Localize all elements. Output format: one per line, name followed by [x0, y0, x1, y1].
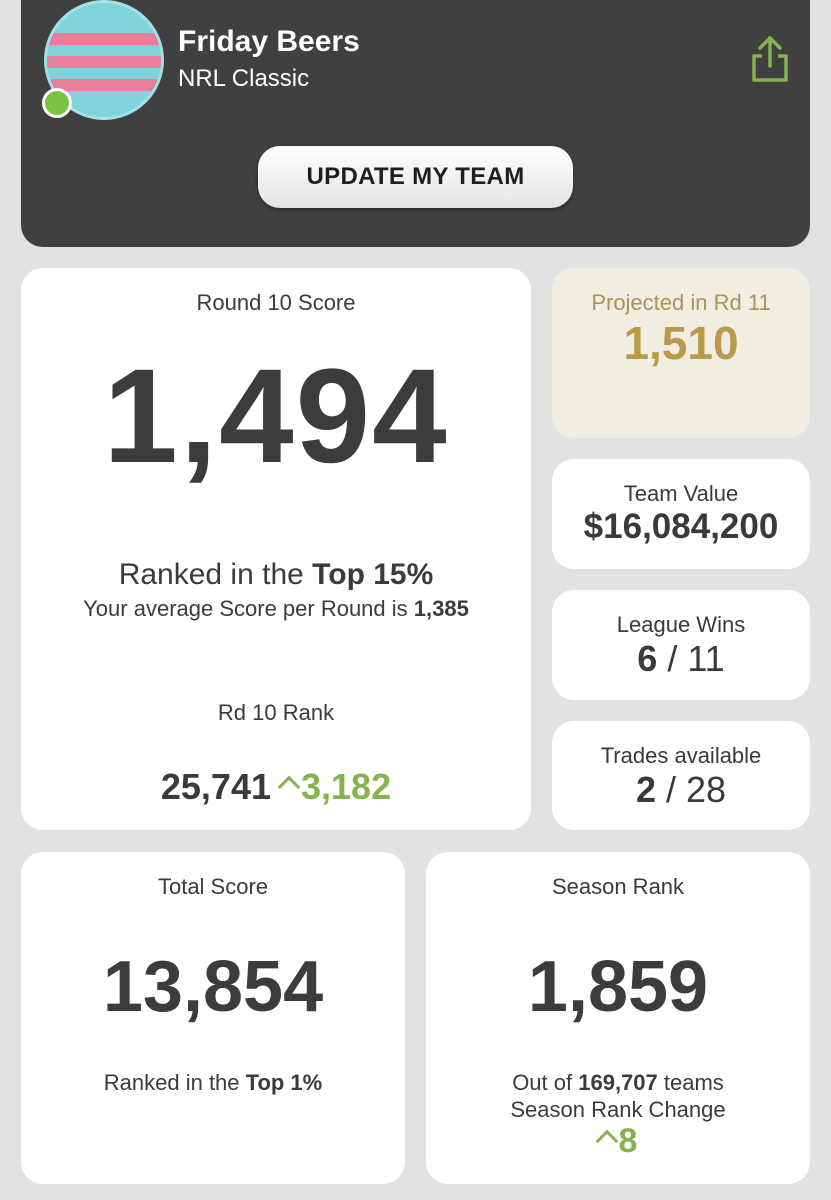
season-rank-label: Season Rank — [551, 874, 685, 899]
projected-value: 1,510 — [623, 317, 739, 369]
season-rank-up-arrow-icon — [595, 1129, 618, 1153]
season-rank-out-of: Out of 169,707 teams — [426, 1070, 810, 1096]
total-score-card: Total Score 13,854 Ranked in the Top 1% — [21, 852, 405, 1184]
total-score-label: Total Score — [157, 874, 269, 899]
average-prefix: Your average Score per Round is — [83, 596, 414, 621]
league-wins-card: League Wins 6 / 11 — [552, 590, 810, 700]
ranked-percentile-value: Top 15% — [312, 558, 434, 591]
round-rank-label: Rd 10 Rank — [217, 700, 335, 725]
online-status-indicator — [42, 88, 72, 118]
season-rank-value: 1,859 — [527, 947, 709, 1027]
out-of-suffix: teams — [657, 1070, 724, 1095]
season-rank-change: 8 — [426, 1122, 810, 1161]
projected-label: Projected in Rd 11 — [591, 290, 771, 315]
round-score-card: Round 10 Score 1,494 Ranked in the Top 1… — [21, 268, 531, 830]
total-teams-count: 169,707 — [578, 1070, 658, 1095]
competition-name: NRL Classic — [178, 65, 310, 92]
team-value-amount: $16,084,200 — [583, 507, 779, 546]
trades-label: Trades available — [600, 743, 762, 768]
total-ranked-percentile: Ranked in the Top 1% — [21, 1070, 405, 1096]
average-score-line: Your average Score per Round is 1,385 — [21, 596, 531, 622]
total-score-value: 13,854 — [102, 947, 324, 1027]
trades-card: Trades available 2 / 28 — [552, 721, 810, 830]
ranked-prefix: Ranked in the — [118, 558, 313, 591]
out-of-prefix: Out of — [512, 1070, 579, 1095]
league-wins-separator: / — [657, 638, 688, 679]
total-ranked-value: Top 1% — [245, 1070, 323, 1095]
trades-available-count: 2 — [635, 769, 656, 810]
league-wins-label: League Wins — [616, 612, 746, 637]
season-rank-change-value: 8 — [618, 1122, 638, 1160]
team-name: Friday Beers — [178, 25, 360, 58]
total-ranked-prefix: Ranked in the — [103, 1070, 246, 1095]
team-header: Friday Beers NRL Classic UPDATE MY TEAM — [21, 0, 810, 247]
share-icon[interactable] — [748, 34, 792, 84]
team-value-card: Team Value $16,084,200 — [552, 459, 810, 569]
round-ranked-percentile: Ranked in the Top 15% — [21, 558, 531, 592]
update-my-team-button[interactable]: UPDATE MY TEAM — [258, 146, 573, 208]
league-wins-value: 6 / 11 — [552, 638, 810, 680]
projected-score-card: Projected in Rd 11 1,510 — [552, 268, 810, 438]
round-rank-change: 3,182 — [301, 766, 392, 807]
round-rank-line: 25,741 3,182 — [21, 766, 531, 808]
round-rank-value: 25,741 — [160, 766, 271, 807]
round-score-value: 1,494 — [103, 342, 449, 491]
rank-up-arrow-icon — [277, 776, 301, 799]
round-score-label: Round 10 Score — [196, 290, 356, 315]
league-wins-count: 6 — [637, 638, 658, 679]
trades-total: 28 — [686, 769, 727, 810]
average-score-value: 1,385 — [413, 596, 469, 621]
trades-separator: / — [655, 769, 686, 810]
league-wins-total: 11 — [687, 638, 725, 679]
season-rank-change-label: Season Rank Change — [510, 1097, 726, 1122]
season-rank-card: Season Rank 1,859 Out of 169,707 teams S… — [426, 852, 810, 1184]
trades-value: 2 / 28 — [552, 769, 810, 811]
team-value-label: Team Value — [623, 481, 739, 506]
